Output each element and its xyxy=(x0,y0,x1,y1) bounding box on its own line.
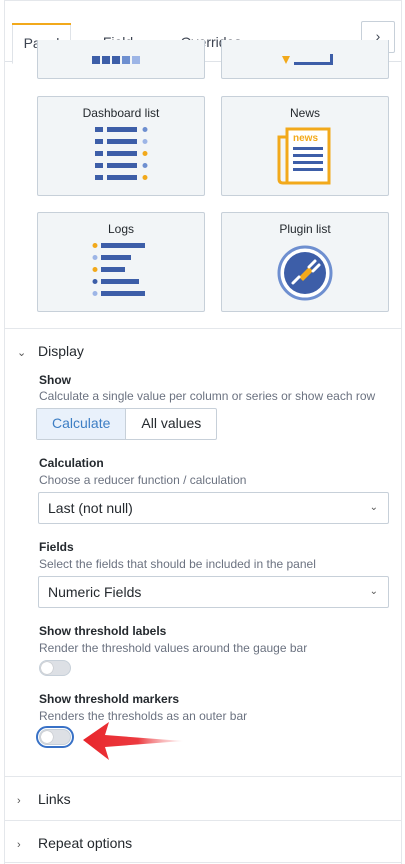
fields-value: Numeric Fields xyxy=(48,584,142,600)
calculation-description: Choose a reducer function / calculation xyxy=(39,473,247,487)
viz-card-logs[interactable]: Logs xyxy=(37,212,205,312)
group-title: Display xyxy=(38,343,84,359)
viz-card-partial-right[interactable] xyxy=(221,40,389,79)
viz-card-news[interactable]: News news xyxy=(221,96,389,196)
viz-card-title: News xyxy=(289,106,320,120)
logs-icon xyxy=(92,243,145,296)
chevron-down-icon: ⌄ xyxy=(369,586,378,597)
threshold-markers-switch[interactable] xyxy=(36,726,74,748)
chevron-down-icon: ⌄ xyxy=(369,502,378,513)
show-radio-group: Calculate All values xyxy=(36,408,218,440)
threshold-labels-switch[interactable] xyxy=(39,660,71,676)
chevron-right-icon: › xyxy=(17,839,21,851)
fields-label: Fields xyxy=(39,540,74,554)
group-header-repeat-options[interactable]: › Repeat options xyxy=(17,835,132,851)
calculation-select[interactable]: Last (not null) ⌄ xyxy=(38,492,389,524)
group-header-links[interactable]: › Links xyxy=(17,791,71,807)
group-title: Repeat options xyxy=(38,835,133,851)
svg-text:news: news xyxy=(293,133,318,144)
graph-icon xyxy=(282,54,333,65)
dashboard-list-icon xyxy=(95,127,148,180)
viz-card-partial-left[interactable] xyxy=(37,40,205,79)
group-title: Links xyxy=(38,791,71,807)
threshold-labels-description: Render the threshold values around the g… xyxy=(39,641,308,655)
bar-gauge-icon xyxy=(92,56,140,64)
plugin-list-icon xyxy=(277,245,333,301)
group-header-display[interactable]: ⌄ Display xyxy=(17,343,84,359)
divider xyxy=(5,820,401,821)
divider xyxy=(5,862,401,863)
threshold-markers-label: Show threshold markers xyxy=(39,692,180,706)
switch-knob xyxy=(41,662,53,674)
panel-options-pane: Panel Field Overrides › Dashboard list N… xyxy=(4,0,402,864)
calculate-option[interactable]: Calculate xyxy=(37,409,127,439)
viz-card-title: Logs xyxy=(107,222,135,236)
all-values-option[interactable]: All values xyxy=(126,409,216,439)
switch-knob xyxy=(41,731,53,743)
viz-card-title: Plugin list xyxy=(279,222,331,236)
viz-card-plugin-list[interactable]: Plugin list xyxy=(221,212,389,312)
show-description: Calculate a single value per column or s… xyxy=(39,389,376,403)
threshold-labels-label: Show threshold labels xyxy=(39,624,167,638)
news-icon: news xyxy=(277,127,331,185)
viz-card-dashboard-list[interactable]: Dashboard list xyxy=(37,96,205,196)
threshold-markers-description: Renders the thresholds as an outer bar xyxy=(39,709,248,723)
chevron-right-icon: › xyxy=(17,795,21,807)
show-label: Show xyxy=(39,373,71,387)
chevron-down-icon: ⌄ xyxy=(17,347,27,359)
annotation-arrow-icon xyxy=(83,722,183,760)
fields-select[interactable]: Numeric Fields ⌄ xyxy=(38,576,389,608)
divider xyxy=(5,328,401,329)
fields-description: Select the fields that should be include… xyxy=(39,557,316,571)
viz-card-title: Dashboard list xyxy=(82,106,160,120)
calculation-value: Last (not null) xyxy=(48,500,133,516)
calculation-label: Calculation xyxy=(39,456,104,470)
divider xyxy=(5,776,401,777)
